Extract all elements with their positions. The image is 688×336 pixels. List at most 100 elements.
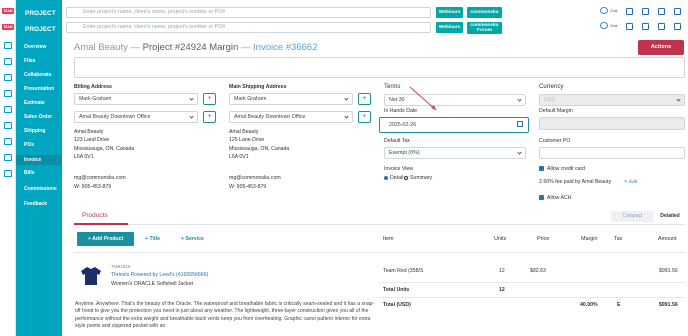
sidebar-item-sales-order[interactable]: Sales Order bbox=[24, 114, 52, 120]
sidebar-item-files[interactable]: Files bbox=[24, 58, 35, 64]
sidebar-item-invoice[interactable]: Invoice bbox=[16, 155, 62, 165]
cart-icon[interactable] bbox=[4, 122, 12, 129]
compact-toggle[interactable]: Compact bbox=[611, 211, 654, 222]
detailed-toggle[interactable]: Detailed bbox=[655, 211, 685, 222]
calendar-top-icon[interactable] bbox=[658, 8, 665, 15]
invoice-view-label: Invoice View bbox=[384, 166, 414, 172]
divider bbox=[74, 224, 685, 225]
billing-address-select[interactable]: Amal Beauty Downtown Office bbox=[74, 111, 198, 123]
title-client[interactable]: Amal Beauty bbox=[74, 42, 128, 53]
shipping-address-select[interactable]: Amal Beauty Downtown Office bbox=[229, 111, 353, 123]
add-billing-address-button[interactable]: + bbox=[203, 111, 216, 123]
edit-fee-link[interactable]: ✎ Edit bbox=[624, 179, 637, 185]
chevron-down-icon bbox=[189, 114, 194, 119]
terms-select[interactable]: Net 30 bbox=[384, 94, 526, 106]
add-shipping-contact-button[interactable]: + bbox=[358, 93, 371, 105]
billing-address-label: Billing Address bbox=[74, 84, 112, 90]
shipping-address-block: Amal Beauty 125 Lane Drive Mississauga, ON… bbox=[229, 129, 290, 160]
actions-button[interactable]: Actions bbox=[638, 40, 684, 55]
checklist-icon[interactable] bbox=[642, 8, 649, 15]
tab-products[interactable]: Products bbox=[82, 212, 108, 219]
product-supplier-link[interactable]: Thrivels Powered by Leed's (4165556666) bbox=[111, 272, 208, 278]
allow-credit-card-label: Allow credit card bbox=[547, 166, 586, 172]
sidebar-item-commissions[interactable]: Commissions bbox=[24, 186, 57, 192]
sidebar-item-collaborate[interactable]: Collaborate bbox=[24, 72, 52, 78]
allow-ach-checkbox[interactable] bbox=[539, 195, 544, 200]
variant-amount: $991.56 bbox=[659, 268, 678, 274]
default-tax-select[interactable]: Exempt (0%) bbox=[384, 147, 526, 159]
in-hands-date-input[interactable]: 2025-02-26 bbox=[379, 117, 529, 133]
product-code: TM91926 bbox=[111, 264, 131, 269]
community-forum-line2: Forum bbox=[477, 28, 492, 33]
chart-icon[interactable] bbox=[4, 106, 12, 113]
add-billing-contact-button[interactable]: + bbox=[203, 93, 216, 105]
page-title: Amal Beauty — Project #24924 Margin — In… bbox=[74, 42, 317, 53]
title-project[interactable]: Project #24924 Margin bbox=[143, 42, 239, 53]
add-service-button[interactable]: + Service bbox=[181, 236, 204, 242]
chat-icon[interactable] bbox=[600, 7, 608, 14]
add-title-button[interactable]: + Title bbox=[145, 236, 160, 242]
users-icon[interactable] bbox=[4, 42, 12, 49]
default-margin-input bbox=[539, 117, 685, 130]
webinars-button[interactable]: Webinars bbox=[436, 7, 463, 18]
profile-icon[interactable] bbox=[674, 8, 681, 15]
title-invoice: Invoice #36662 bbox=[253, 42, 318, 53]
add-shipping-address-button[interactable]: + bbox=[358, 111, 371, 123]
community-button[interactable]: commonsku bbox=[467, 7, 502, 18]
default-tax-label: Default Tax bbox=[384, 138, 410, 144]
sidebar-item-feedback[interactable]: Feedback bbox=[24, 201, 47, 207]
profile-icon-2[interactable] bbox=[674, 23, 681, 30]
box-icon[interactable] bbox=[4, 138, 12, 145]
summary-radio[interactable] bbox=[404, 176, 408, 180]
customer-po-input[interactable] bbox=[539, 147, 685, 159]
search-input[interactable]: Enter project's name, client's name, pro… bbox=[66, 7, 431, 18]
product-thumbnail[interactable] bbox=[80, 266, 102, 286]
allow-credit-card-checkbox[interactable] bbox=[539, 166, 544, 171]
nav-heading-2: PROJECT bbox=[25, 26, 56, 33]
detail-radio[interactable] bbox=[384, 176, 388, 180]
calendar-icon[interactable] bbox=[517, 121, 523, 127]
checklist-icon-2[interactable] bbox=[642, 23, 649, 30]
settings-icon[interactable] bbox=[4, 170, 12, 177]
search-input-secondary[interactable]: Enter project's name, client's name, pro… bbox=[66, 22, 431, 33]
product-name: Women's ORACLE Softshell Jacket bbox=[111, 281, 193, 287]
sidebar-item-estimate[interactable]: Estimate bbox=[24, 100, 45, 106]
billing-contact-select[interactable]: Mark Graham bbox=[74, 93, 198, 105]
allow-ach-label: Allow ACH bbox=[547, 195, 572, 201]
community-forum-button[interactable]: commonsku Forum bbox=[467, 22, 502, 34]
briefcase-icon[interactable] bbox=[4, 58, 12, 65]
calendar-top-icon-2[interactable] bbox=[658, 23, 665, 30]
shipping-phone: W: 905-453-879 bbox=[229, 184, 267, 190]
shipping-address-label: Main Shipping Address bbox=[229, 84, 287, 90]
divider bbox=[74, 252, 685, 253]
sidebar-item-shipping[interactable]: Shipping bbox=[24, 128, 45, 134]
sidebar-item-overview[interactable]: Overview bbox=[24, 44, 46, 50]
calendar-icon[interactable] bbox=[4, 90, 12, 97]
sidebar-item-pos[interactable]: POs bbox=[24, 142, 34, 148]
chat-icon-2[interactable] bbox=[600, 22, 608, 29]
total-label: Total (USD) bbox=[383, 302, 411, 308]
document-icon[interactable] bbox=[4, 74, 12, 81]
brand-logo-secondary[interactable]: TEAM bbox=[2, 24, 14, 30]
total-margin: 40.00% bbox=[580, 302, 598, 308]
sidebar-item-presentation[interactable]: Presentation bbox=[24, 86, 54, 92]
total-units-value: 12 bbox=[499, 287, 505, 293]
divider bbox=[379, 297, 685, 298]
detail-radio-label: Detail bbox=[390, 175, 404, 181]
brand-logo[interactable]: TEAM bbox=[2, 8, 14, 14]
variant-price: $82.63 bbox=[530, 268, 546, 274]
notes-textarea[interactable] bbox=[74, 57, 685, 78]
add-product-button[interactable]: + Add Product bbox=[77, 232, 134, 246]
webinars-button-2[interactable]: Webinars bbox=[436, 22, 463, 33]
currency-select: USD bbox=[539, 94, 685, 106]
help-icon-2[interactable] bbox=[626, 23, 633, 30]
credit-card-fee-text: 2.50% fee paid by Amal Beauty bbox=[539, 179, 612, 185]
sidebar-item-bills[interactable]: Bills bbox=[24, 170, 35, 176]
project-sidebar: PROJECT PROJECT Overview Files Collabora… bbox=[16, 0, 62, 336]
chat-label-2: Chat bbox=[610, 24, 618, 28]
shipping-contact-select[interactable]: Mark Graham bbox=[229, 93, 353, 105]
billing-address-block: Amal Beauty 123 Land Drive Mississauga, ON… bbox=[74, 129, 135, 160]
product-description: Anytime. Anywhere. That's the beauty of … bbox=[75, 301, 375, 329]
list-icon[interactable] bbox=[4, 154, 12, 161]
help-icon[interactable] bbox=[626, 8, 633, 15]
